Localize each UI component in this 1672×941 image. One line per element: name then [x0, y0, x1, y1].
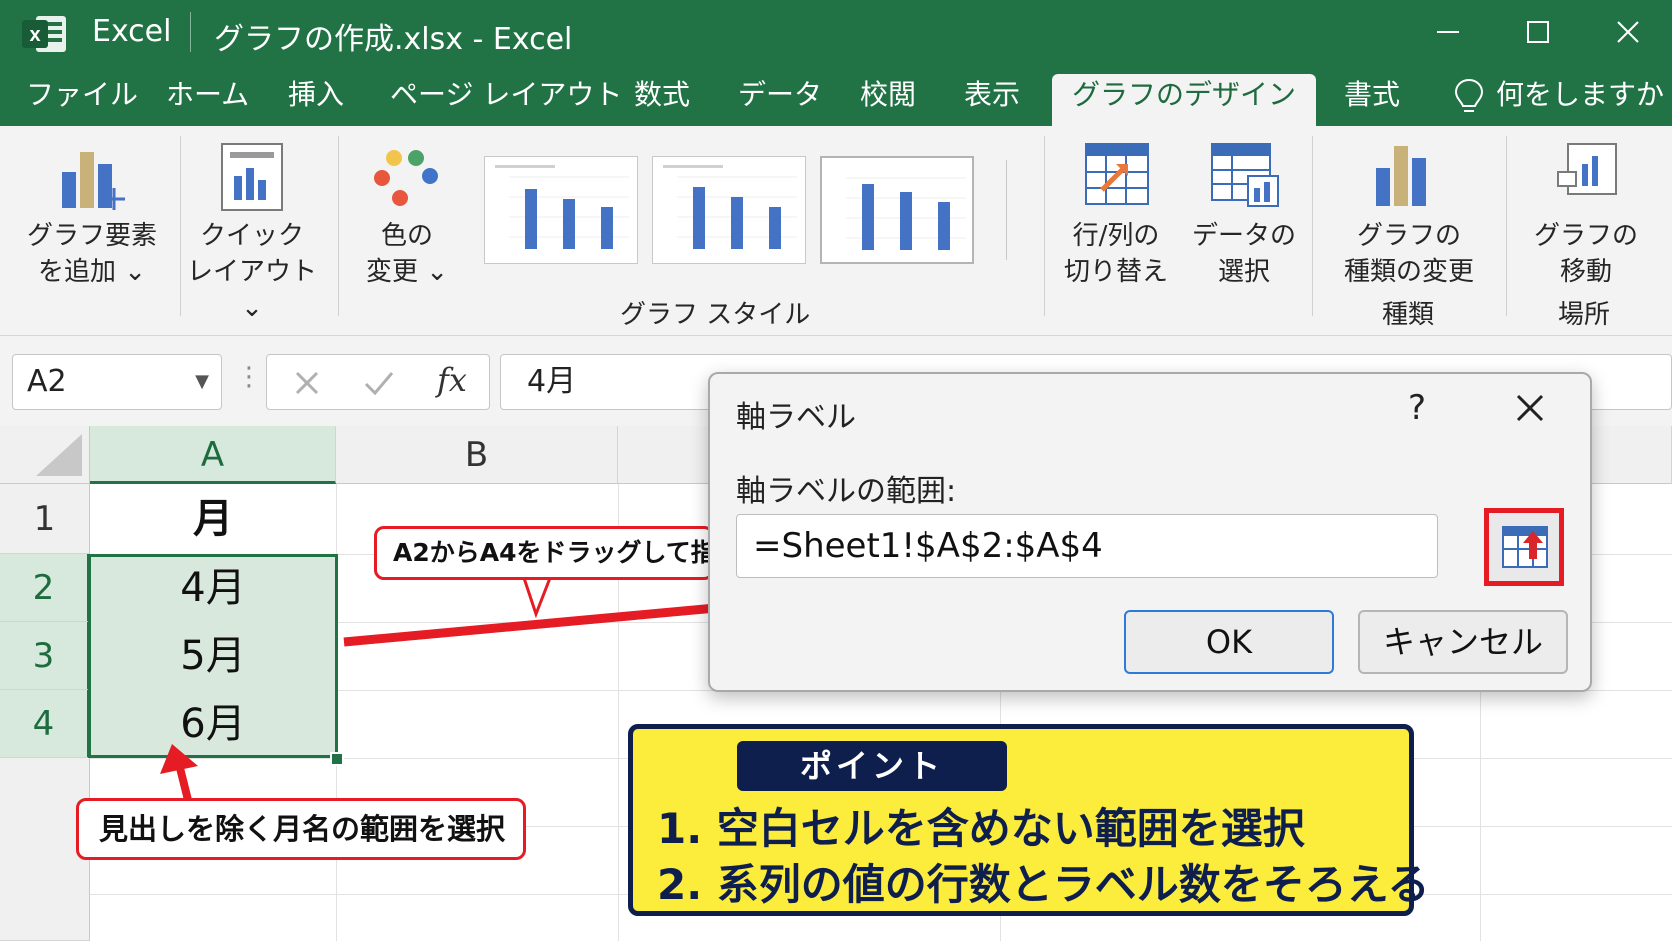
point-tag: ポイント — [737, 741, 1007, 791]
title-bar: x Excel グラフの作成.xlsx - Excel — [0, 0, 1672, 64]
switch-row-column-icon — [1085, 143, 1149, 205]
point-line-2: 2. 系列の値の行数とラベル数をそろえる — [657, 860, 1430, 909]
maximize-icon — [1527, 21, 1549, 43]
dialog-title: 軸ラベル — [736, 400, 856, 435]
row-header-4[interactable]: 4 — [0, 690, 90, 758]
close-icon — [1617, 21, 1639, 43]
collapse-dialog-icon — [1502, 526, 1548, 568]
chart-style-2[interactable] — [652, 156, 806, 264]
ribbon-separator — [180, 136, 181, 316]
ok-button[interactable]: OK — [1124, 610, 1334, 674]
tab-format[interactable]: 書式 — [1344, 74, 1400, 126]
row-header-3[interactable]: 3 — [0, 622, 90, 690]
help-button[interactable]: ? — [1408, 388, 1426, 428]
app-name: Excel — [92, 14, 172, 49]
row-header-1[interactable]: 1 — [0, 484, 90, 554]
ribbon-tabs: ファイル ホーム 挿入 ページ レイアウト 数式 データ 校閲 表示 グラフのデ… — [0, 64, 1672, 126]
drag-callout: A2からA4をドラッグして指定 — [374, 526, 741, 580]
window-title: グラフの作成.xlsx - Excel — [214, 22, 573, 57]
chart-style-1[interactable] — [484, 156, 638, 264]
column-header-a[interactable]: A — [90, 426, 336, 484]
change-chart-type-icon — [1376, 146, 1426, 206]
change-colors-label: 色の 変更 ⌄ — [365, 221, 449, 287]
cell-a2[interactable]: 4月 — [90, 554, 336, 622]
name-box-value: A2 — [27, 364, 67, 399]
formula-controls: fx — [266, 354, 490, 410]
point-box: ポイント 1. 空白セルを含めない範囲を選択 2. 系列の値の行数とラベル数をそ… — [628, 724, 1430, 916]
quick-layout-icon — [221, 143, 283, 211]
quick-layout-label: クイック レイアウト ⌄ — [186, 221, 317, 323]
column-header-b[interactable]: B — [336, 426, 618, 484]
select-all-triangle-icon — [36, 434, 82, 476]
minimize-icon — [1437, 31, 1459, 33]
tell-me-search[interactable]: 何をしますか — [1496, 74, 1664, 126]
tab-page-layout[interactable]: ページ レイアウト — [390, 74, 622, 126]
cancel-entry-icon[interactable] — [293, 369, 321, 397]
select-all-button[interactable] — [0, 426, 90, 484]
type-group-label: 種類 — [1382, 300, 1435, 330]
ribbon: グラフ要素 を追加 ⌄ クイック レイアウト ⌄ 色の 変更 ⌄ グラフ スタイ… — [0, 126, 1672, 336]
excel-logo-icon: x — [22, 16, 66, 52]
row-header-2[interactable]: 2 — [0, 554, 90, 622]
tab-review[interactable]: 校閲 — [860, 74, 916, 126]
location-group-label: 場所 — [1558, 300, 1611, 330]
axis-labels-dialog: 軸ラベル ? 軸ラベルの範囲: =Sheet1!$A$2:$A$4 OK キャン… — [708, 372, 1592, 692]
ribbon-separator — [1312, 136, 1313, 316]
cancel-button[interactable]: キャンセル — [1358, 610, 1568, 674]
cell-a3[interactable]: 5月 — [90, 622, 336, 690]
collapse-dialog-button[interactable] — [1484, 508, 1564, 586]
tab-data[interactable]: データ — [738, 74, 822, 126]
chart-style-1-preview — [495, 165, 629, 249]
add-chart-element-label: グラフ要素 を追加 ⌄ — [26, 221, 157, 287]
close-window-button[interactable] — [1604, 10, 1652, 54]
range-callout: 見出しを除く月名の範囲を選択 — [76, 798, 526, 860]
tab-home[interactable]: ホーム — [166, 74, 249, 126]
dialog-close-icon[interactable] — [1510, 388, 1550, 428]
tab-formulas[interactable]: 数式 — [634, 74, 690, 126]
formula-bar-divider-icon: ⋮ — [236, 362, 262, 392]
ribbon-separator — [1044, 136, 1045, 316]
switch-row-column-label: 行/列の 切り替え — [1063, 221, 1168, 287]
chart-style-2-preview — [663, 165, 797, 249]
change-chart-type-label: グラフの 種類の変更 — [1343, 221, 1474, 287]
point-line-1: 1. 空白セルを含めない範囲を選択 — [657, 804, 1305, 853]
lightbulb-icon — [1454, 78, 1484, 112]
cell-a1[interactable]: 月 — [90, 484, 336, 554]
tab-chart-design[interactable]: グラフのデザイン — [1052, 74, 1317, 126]
tab-file[interactable]: ファイル — [26, 74, 138, 126]
gallery-scroll[interactable] — [1006, 160, 1024, 260]
chevron-down-icon[interactable]: ▼ — [195, 355, 209, 409]
add-chart-element-icon — [62, 152, 125, 210]
ribbon-separator — [338, 136, 339, 316]
select-data-label: データの 選択 — [1191, 221, 1296, 287]
chart-style-3[interactable] — [820, 156, 974, 264]
maximize-button[interactable] — [1514, 10, 1562, 54]
chart-style-3-preview — [846, 177, 966, 250]
select-data-icon — [1211, 143, 1279, 207]
svg-text:x: x — [29, 24, 40, 46]
ribbon-separator — [1506, 136, 1507, 316]
axis-label-range-label: 軸ラベルの範囲: — [736, 474, 957, 509]
cell-a4[interactable]: 6月 — [90, 690, 336, 758]
tab-insert[interactable]: 挿入 — [288, 74, 344, 126]
confirm-entry-icon[interactable] — [363, 369, 395, 397]
minimize-button[interactable] — [1424, 10, 1472, 54]
tab-view[interactable]: 表示 — [964, 74, 1020, 126]
axis-label-range-input[interactable]: =Sheet1!$A$2:$A$4 — [736, 514, 1438, 578]
color-palette-icon — [374, 150, 438, 206]
chart-styles-group-label: グラフ スタイル — [620, 300, 811, 330]
name-box[interactable]: A2 ▼ — [12, 354, 222, 410]
move-chart-label: グラフの 移動 — [1533, 221, 1638, 287]
move-chart-icon — [1557, 143, 1617, 195]
insert-function-icon[interactable]: fx — [437, 361, 467, 399]
title-separator — [190, 12, 191, 52]
